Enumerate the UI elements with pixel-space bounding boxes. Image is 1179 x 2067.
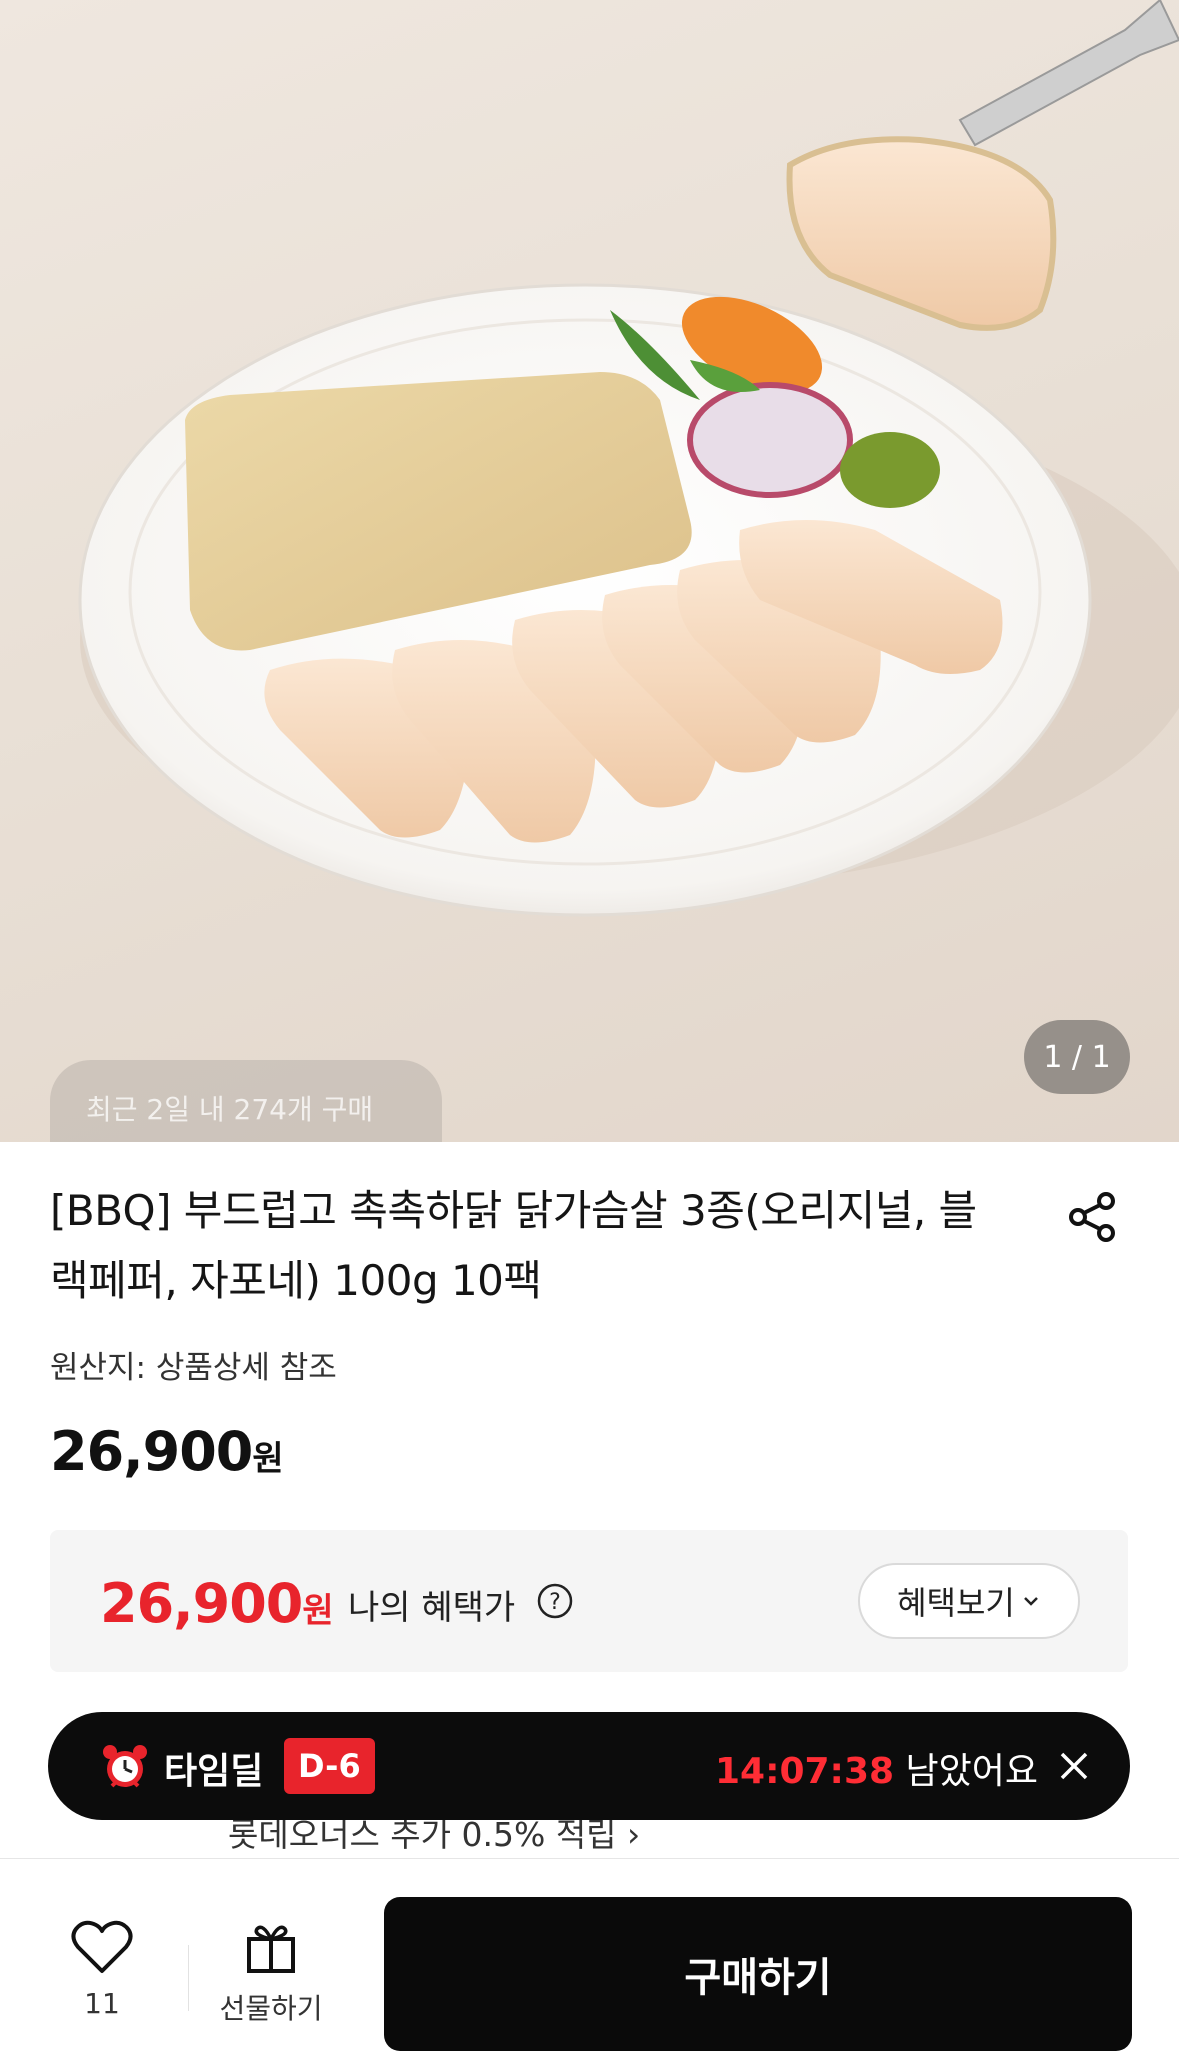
like-count: 11	[84, 1987, 120, 2020]
image-page-indicator: 1 / 1	[1024, 1020, 1130, 1094]
gift-icon	[247, 1925, 295, 1973]
question-circle-icon[interactable]: ?	[536, 1582, 574, 1620]
chevron-down-icon	[1023, 1597, 1038, 1606]
recent-purchase-badge: 최근 2일 내 274개 구매	[50, 1060, 442, 1142]
like-button[interactable]: 11	[62, 1919, 142, 2020]
benefit-price: 26,900원	[100, 1572, 334, 1635]
buy-button[interactable]: 구매하기	[384, 1897, 1132, 2051]
share-button[interactable]	[1060, 1185, 1124, 1249]
heart-icon	[71, 1920, 133, 1973]
share-icon	[1069, 1192, 1115, 1242]
close-icon[interactable]	[1056, 1748, 1092, 1784]
timedeal-label: 타임딜	[164, 1751, 264, 1792]
product-image-carousel[interactable]: 최근 2일 내 274개 구매 1 / 1	[0, 0, 1179, 1142]
alarm-clock-icon	[103, 1745, 147, 1788]
product-price: 26,900원	[50, 1420, 284, 1483]
product-photo	[78, 0, 1179, 917]
benefit-price-box: 26,900원 나의 혜택가 ? 혜택보기	[50, 1530, 1128, 1672]
divider	[188, 1945, 189, 2011]
origin-info: 원산지: 상품상세 참조	[50, 1350, 337, 1386]
benefit-label: 나의 혜택가	[348, 1588, 516, 1628]
countdown-suffix: 남았어요	[905, 1751, 1038, 1792]
price-value: 26,900	[50, 1420, 253, 1483]
svg-text:?: ?	[549, 1590, 561, 1615]
benefit-price-value: 26,900	[100, 1572, 303, 1635]
timedeal-countdown: 14:07:38 남았어요	[715, 1742, 1038, 1794]
product-title: [BBQ] 부드럽고 촉촉하닭 닭가슴살 3종(오리지널, 블랙페퍼, 자포네)…	[50, 1186, 977, 1305]
timedeal-banner: 타임딜 D-6 14:07:38 남았어요	[48, 1712, 1130, 1820]
view-benefits-label: 혜택보기	[897, 1584, 1015, 1622]
benefit-price-currency: 원	[302, 1591, 333, 1631]
countdown-time: 14:07:38	[714, 1751, 895, 1792]
gift-label: 선물하기	[219, 1992, 323, 2025]
dday-badge: D-6	[284, 1738, 375, 1794]
view-benefits-button[interactable]: 혜택보기	[858, 1563, 1080, 1639]
bottom-action-bar: 11 선물하기 구매하기	[0, 1858, 1179, 2067]
gift-button[interactable]: 선물하기	[206, 1919, 336, 2027]
price-currency: 원	[252, 1439, 283, 1479]
